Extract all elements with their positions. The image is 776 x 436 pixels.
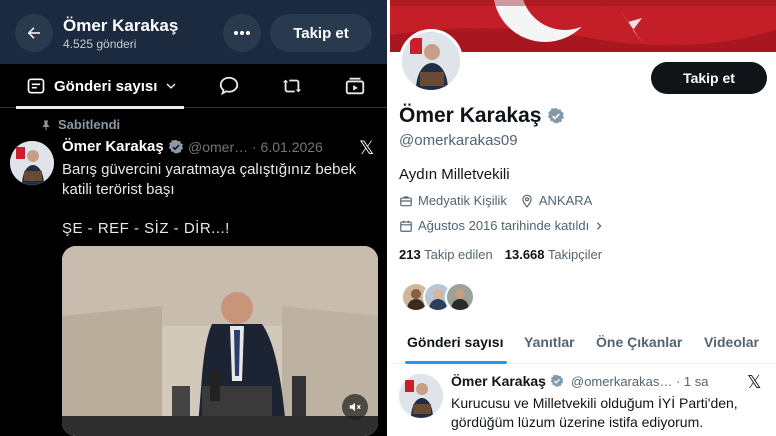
tab-replies[interactable] <box>217 74 241 98</box>
tab-posts[interactable]: Gönderi sayısı <box>16 64 184 109</box>
right-profile-panel: Takip et Ömer Karakaş @omerkarakas09 Ayd… <box>390 0 776 436</box>
location-pin-icon <box>522 194 532 208</box>
post-author-name-text: Ömer Karakaş <box>451 373 546 389</box>
verified-badge-icon <box>550 374 564 387</box>
tab-replies[interactable]: Yanıtlar <box>524 334 575 350</box>
video-frame-image <box>62 246 378 436</box>
post-handle-time: @omerkarakas… · 1 sa <box>571 374 708 389</box>
pinned-indicator: Sabitlendi <box>40 117 120 132</box>
followers-stat[interactable]: 13.668 Takipçiler <box>505 247 602 262</box>
profile-joined-row[interactable]: Ağustos 2016 tarihinde katıldı <box>399 218 604 233</box>
profile-bio: Aydın Milletvekili <box>399 166 510 183</box>
followed-by-avatars[interactable] <box>401 282 481 314</box>
more-options-button[interactable] <box>223 14 261 52</box>
tab-highlights[interactable]: Öne Çıkanlar <box>596 334 682 350</box>
chevron-down-icon <box>166 83 176 89</box>
profile-name: Ömer Karakaş <box>399 104 565 128</box>
tab-posts[interactable]: Gönderi sayısı <box>407 334 503 350</box>
post-text-line2: ŞE - REF - SİZ - DİR...! <box>62 220 230 237</box>
profile-header-bar: Ömer Karakaş 4.525 gönderi Takip et <box>0 0 387 64</box>
post-handle-date: @omer… · 6.01.2026 <box>188 139 323 155</box>
profile-stats: 213 Takip edilen 13.668 Takipçiler <box>399 247 602 262</box>
follow-button[interactable]: Takip et <box>270 14 372 52</box>
avatar-image <box>402 32 460 90</box>
chevron-right-icon <box>597 221 602 230</box>
verified-badge-icon[interactable] <box>547 107 565 125</box>
tab-videos[interactable]: Videolar <box>704 334 759 350</box>
profile-tab-bar: Gönderi sayısı <box>0 64 387 109</box>
profile-location: ANKARA <box>538 193 593 208</box>
arrow-left-icon <box>27 27 40 39</box>
post-date[interactable]: · 6.01.2026 <box>252 139 323 155</box>
reply-bubble-icon <box>219 76 239 96</box>
follow-button[interactable]: Takip et <box>651 62 767 94</box>
avatar-image <box>399 374 443 418</box>
tab-media[interactable] <box>343 74 367 98</box>
post-time[interactable]: · 1 sa <box>676 374 709 389</box>
mute-button[interactable] <box>342 394 368 420</box>
profile-name-text: Ömer Karakaş <box>399 104 542 127</box>
follower-avatar <box>445 282 475 312</box>
post-author-name-text: Ömer Karakaş <box>62 138 164 155</box>
active-tab-indicator <box>405 361 507 364</box>
briefcase-icon <box>400 195 412 206</box>
profile-handle: @omerkarakas09 <box>399 132 518 149</box>
followers-label: Takipçiler <box>547 247 603 262</box>
profile-category: Medyatik Kişilik <box>418 193 507 208</box>
pin-icon <box>43 120 49 130</box>
back-button[interactable] <box>15 14 53 52</box>
profile-joined-date: Ağustos 2016 tarihinde katıldı <box>418 218 590 233</box>
followers-count: 13.668 <box>504 247 545 262</box>
post-author-avatar[interactable] <box>10 141 54 185</box>
more-horizontal-icon <box>234 31 250 35</box>
repost-icon <box>282 79 302 93</box>
post-handle: @omerkarakas… <box>571 374 673 389</box>
post-author-name[interactable]: Ömer Karakaş <box>62 138 184 155</box>
verified-badge-icon <box>168 139 183 154</box>
calendar-icon <box>400 220 412 232</box>
profile-meta-row: Medyatik Kişilik ANKARA <box>399 193 592 208</box>
following-count: 213 <box>399 247 421 262</box>
media-stack-icon <box>345 77 365 95</box>
tab-reposts[interactable] <box>280 74 304 98</box>
x-logo-icon: 𝕏 <box>747 372 762 392</box>
post-author-name[interactable]: Ömer Karakaş <box>451 373 564 389</box>
pinned-label: Sabitlendi <box>58 117 121 132</box>
post-text: Barış güvercini yaratmaya çalıştığınız b… <box>62 161 357 198</box>
tab-posts-label: Gönderi sayısı <box>54 77 158 95</box>
post-video[interactable] <box>62 246 378 436</box>
left-profile-panel: Ömer Karakaş 4.525 gönderi Takip et Gönd… <box>0 0 387 436</box>
post-handle: @omer… <box>188 139 249 155</box>
profile-title: Ömer Karakaş <box>63 16 179 35</box>
x-logo-icon: 𝕏 <box>359 138 375 159</box>
post-text: Kurucusu ve Milletvekili olduğum İYİ Par… <box>451 395 738 430</box>
following-label: Takip edilen <box>424 247 493 262</box>
post-author-avatar[interactable] <box>399 374 443 418</box>
following-stat[interactable]: 213 Takip edilen <box>399 247 493 262</box>
profile-tab-bar: Gönderi sayısı Yanıtlar Öne Çıkanlar Vid… <box>390 328 776 364</box>
post-count: 4.525 gönderi <box>63 37 137 51</box>
speaker-muted-icon <box>349 402 361 412</box>
posts-icon <box>27 78 45 94</box>
avatar-image <box>10 141 54 185</box>
profile-avatar[interactable] <box>399 29 463 93</box>
